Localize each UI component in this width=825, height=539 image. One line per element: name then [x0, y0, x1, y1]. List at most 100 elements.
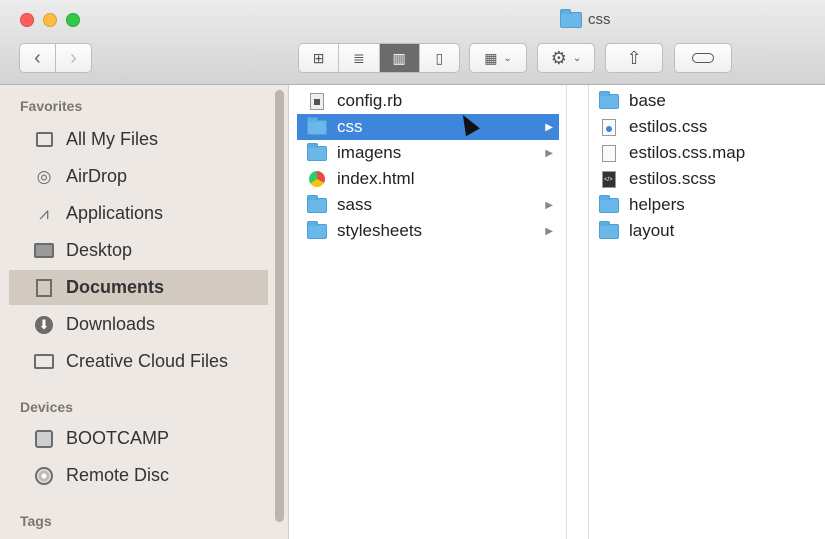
folder-icon: [597, 220, 621, 241]
folder-icon: [33, 352, 55, 372]
arrange-icon: ▦: [484, 49, 498, 66]
list-item[interactable]: index.html: [297, 166, 559, 192]
list-item[interactable]: imagens ▶: [297, 140, 559, 166]
share-button[interactable]: ⇧: [605, 43, 663, 73]
sidebar-item-label: Desktop: [66, 240, 133, 260]
sidebar-item-label: AirDrop: [66, 166, 128, 186]
folder-icon: [597, 194, 621, 215]
list-view-button[interactable]: ≣: [339, 44, 380, 72]
sidebar-item-desktop[interactable]: Desktop: [9, 233, 268, 268]
sidebar-item-documents[interactable]: Documents: [9, 270, 268, 305]
sidebar-item-all-my-files[interactable]: All My Files: [9, 122, 268, 157]
sidebar-item-airdrop[interactable]: ◎ AirDrop: [9, 159, 268, 194]
item-name: layout: [629, 221, 675, 240]
column-view-button[interactable]: ▥: [379, 44, 420, 72]
action-button[interactable]: ⚙ ⌄: [537, 43, 595, 73]
chevron-left-icon: ‹: [34, 46, 41, 69]
list-view-icon: ≣: [353, 49, 365, 66]
desktop-icon: [33, 241, 55, 261]
arrange-button[interactable]: ▦ ⌄: [469, 43, 527, 73]
hard-drive-icon: [33, 429, 55, 449]
folder-icon: [305, 194, 329, 215]
item-name: estilos.scss: [629, 169, 716, 188]
share-icon: ⇧: [626, 47, 642, 68]
forward-button[interactable]: ›: [55, 43, 92, 73]
sidebar-section-devices: Devices: [20, 399, 73, 415]
browser-column-1: config.rb css ▶ imagens ▶ index.html sas…: [289, 85, 567, 539]
sidebar-item-label: BOOTCAMP: [66, 428, 170, 448]
list-item[interactable]: config.rb: [297, 88, 559, 114]
sidebar-item-creative-cloud-files[interactable]: Creative Cloud Files: [9, 344, 268, 379]
gear-icon: ⚙: [550, 47, 567, 68]
list-item[interactable]: estilos.scss: [589, 166, 825, 192]
list-item[interactable]: base: [589, 88, 825, 114]
sidebar-item-label: Creative Cloud Files: [66, 351, 229, 371]
item-name: stylesheets: [337, 221, 423, 240]
item-name: helpers: [629, 195, 685, 214]
zoom-button[interactable]: [66, 13, 80, 27]
css-file-icon: [597, 117, 621, 137]
sidebar-section-favorites: Favorites: [20, 98, 83, 114]
downloads-icon: ⬇: [33, 315, 55, 335]
cover-flow-icon: ▯: [435, 49, 444, 66]
all-files-icon: [33, 130, 55, 150]
item-name: config.rb: [337, 91, 403, 110]
chevron-right-icon: ▶: [545, 225, 553, 237]
back-button[interactable]: ‹: [19, 43, 56, 73]
chevron-right-icon: ▶: [545, 121, 553, 133]
window-title: css: [560, 8, 611, 28]
sidebar-item-remote-disc[interactable]: Remote Disc: [9, 458, 268, 493]
list-item[interactable]: css ▶: [297, 114, 559, 140]
toolbar: css ‹ › ⊞ ≣ ▥ ▯ ▦ ⌄ ⚙ ⌄ ⇧: [0, 0, 825, 85]
column-view-icon: ▥: [392, 49, 406, 66]
close-button[interactable]: [20, 13, 34, 27]
tag-button[interactable]: [674, 43, 732, 73]
folder-icon: [305, 142, 329, 163]
list-item[interactable]: layout: [589, 218, 825, 244]
finder-window: css ‹ › ⊞ ≣ ▥ ▯ ▦ ⌄ ⚙ ⌄ ⇧ Favorites All …: [0, 0, 825, 539]
folder-icon: [305, 220, 329, 241]
ruby-file-icon: [305, 91, 329, 111]
item-name: base: [629, 91, 666, 110]
browser-column-2: base estilos.css estilos.css.map estilos…: [589, 85, 825, 539]
chevron-down-icon: ⌄: [572, 52, 582, 64]
sidebar-item-label: Applications: [66, 203, 164, 223]
disc-icon: [33, 466, 55, 486]
chevron-right-icon: ›: [70, 46, 77, 69]
folder-icon: [560, 8, 582, 28]
applications-icon: ⩘: [39, 203, 49, 223]
folder-icon: [597, 90, 621, 111]
list-item[interactable]: sass ▶: [297, 192, 559, 218]
minimize-button[interactable]: [43, 13, 57, 27]
item-name: estilos.css: [629, 117, 708, 136]
html-file-icon: [305, 169, 329, 189]
icon-view-button[interactable]: ⊞: [299, 44, 340, 72]
window-title-text: css: [588, 11, 611, 28]
item-name: index.html: [337, 169, 415, 188]
airdrop-icon: ◎: [36, 166, 52, 186]
cover-flow-button[interactable]: ▯: [420, 44, 459, 72]
sidebar-item-label: All My Files: [66, 129, 159, 149]
documents-icon: [33, 278, 55, 298]
item-name: css: [337, 117, 363, 136]
sidebar-item-applications[interactable]: ⩘ Applications: [9, 196, 268, 231]
sidebar-section-tags: Tags: [20, 513, 52, 529]
chevron-right-icon: ▶: [545, 147, 553, 159]
sidebar-item-bootcamp[interactable]: BOOTCAMP: [9, 421, 268, 456]
sidebar-item-label: Downloads: [66, 314, 156, 334]
list-item[interactable]: estilos.css: [589, 114, 825, 140]
file-icon: [597, 143, 621, 163]
sidebar-item-label: Documents: [66, 277, 165, 297]
sidebar-scrollbar[interactable]: [275, 90, 284, 522]
list-item[interactable]: estilos.css.map: [589, 140, 825, 166]
sidebar-item-downloads[interactable]: ⬇ Downloads: [9, 307, 268, 342]
sidebar-item-label: Remote Disc: [66, 465, 170, 485]
list-item[interactable]: stylesheets ▶: [297, 218, 559, 244]
tag-icon: [692, 53, 714, 63]
view-mode-control: ⊞ ≣ ▥ ▯: [298, 43, 460, 73]
item-name: estilos.css.map: [629, 143, 746, 162]
icon-view-icon: ⊞: [312, 49, 325, 66]
chevron-down-icon: ⌄: [503, 52, 512, 64]
list-item[interactable]: helpers: [589, 192, 825, 218]
chevron-right-icon: ▶: [545, 199, 553, 211]
